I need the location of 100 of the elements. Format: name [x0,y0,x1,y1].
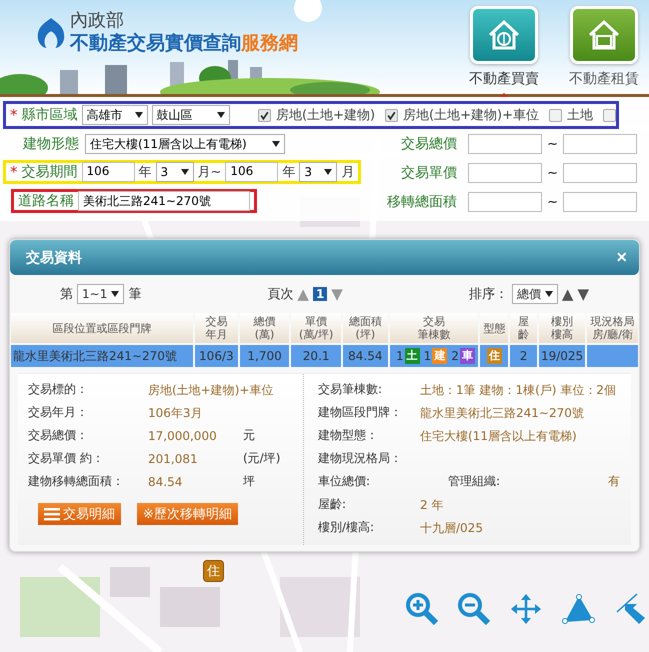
table-cell: 20.1 [291,345,341,367]
caret-icon [272,141,280,147]
field-label: 建物形態 [23,135,79,153]
zoom-out-icon[interactable] [457,592,491,626]
field-label: 縣市區域 [22,106,78,124]
range-max-field[interactable] [563,163,637,183]
menu-icon [44,507,60,521]
caret-icon [180,169,188,175]
sort-ascending-button[interactable]: ▲ [562,285,574,303]
caret-icon [111,291,120,297]
page-label: 頁次 [267,286,294,303]
column-header: 區段位置或區段門牌 [11,313,193,343]
district-select[interactable]: 鼓山區 [152,105,230,125]
year-field[interactable]: 106 [225,162,278,182]
range-select[interactable]: 1~1 [77,284,124,304]
sort-descending-button[interactable]: ▼ [577,285,589,303]
column-header: 現況格局 房/廳/衛 [587,313,638,343]
field-label: 交易總價 [401,135,458,153]
unit-label: 月 [341,164,354,181]
detail-value: 土地：1筆 建物：1棟(戶) 車位：2個 [420,382,616,398]
range-min-field[interactable] [468,163,542,183]
detail-label: 車位總價: [318,473,372,490]
column-header: 交易 筆棟數 [390,313,478,343]
column-header: 屋 齡 [510,313,537,343]
unit-label: 元 [243,427,255,444]
detail-label: 屋齡: [318,496,348,513]
column-header: 樓別 樓高 [538,313,586,343]
range-separator: ~ [547,194,558,210]
month-select[interactable]: 3 [299,162,338,182]
table-cell: 龍水里美術北三路241~270號 [11,345,193,367]
count-number: 1 [396,349,404,363]
caret-icon [324,169,332,175]
checkbox-label: 土地 [566,107,593,124]
detail-value: 106年3月 [148,404,204,420]
detail-value: 十九層/025 [420,520,483,536]
year-field[interactable]: 106 [82,162,134,182]
required-mark: * [10,163,18,181]
detail-label: 交易單價 約： [28,450,105,467]
detail-value: 龍水里美術北三路241~270號 [420,404,584,420]
page-number[interactable]: 1 [312,287,328,301]
table-cell: 2 [510,345,537,367]
category-tag: 土 [404,348,420,364]
field-label: 交易期間 [22,163,78,181]
column-header: 單價 (萬/坪) [291,313,341,343]
table-cell: 1,700 [240,345,290,367]
pager-label: 第 [60,286,73,303]
range-max-field[interactable] [563,134,637,154]
field-label: 交易單價 [401,164,458,182]
table-row[interactable]: 龍水里美術北三路241~270號 106/3 1,700 20.1 84.54 1 土 1 建 2 車 住 2 19/025 [11,345,638,367]
table-cell: 84.54 [342,345,388,367]
table-cell: 19/025 [538,345,586,367]
column-header: 總價 (萬) [240,313,290,343]
unit-label: 年 [138,164,152,181]
checkbox-label: 房地(土地+建物)+車位 [403,107,539,124]
field-label: 道路名稱 [18,192,74,210]
checkbox[interactable] [548,108,562,122]
range-max-field[interactable] [563,192,637,212]
unit-label: 月~ [198,164,222,181]
detail-label: 建物區段門牌： [318,404,403,421]
detail-value: 84.54 [148,474,184,490]
column-header: 型態 [480,313,508,343]
range-min-field[interactable] [468,134,542,154]
zoom-in-icon[interactable] [405,592,439,626]
caret-icon [134,112,142,118]
range-min-field[interactable] [468,192,542,212]
sort-select[interactable]: 總價 [512,284,558,304]
triangle-area-icon[interactable] [561,592,595,626]
move-arrows-icon[interactable] [509,592,543,626]
sort-label: 排序： [468,286,508,303]
detail-label: 交易年月： [28,404,89,421]
column-header: 總面積 (坪) [342,313,388,343]
required-mark: * [10,106,18,124]
month-select[interactable]: 3 [156,162,194,182]
detail-value: 房地(土地+建物)+車位 [148,382,274,398]
building-type-select[interactable]: 住宅大樓(11層含以上有電梯) [85,134,285,154]
unit-label: 坪 [243,473,255,490]
type-tag: 住 [486,348,502,364]
checkbox-label: 房地(土地+建物) [276,107,376,124]
table-cell: 106/3 [194,345,238,367]
detail-label: 交易總價： [28,427,89,444]
category-tag: 車 [460,348,475,364]
caret-icon [216,112,224,118]
road-name-field[interactable]: 美術北三路241~270號 [78,191,250,211]
detail-value: 有 [608,473,620,490]
checkbox[interactable] [385,108,398,122]
detail-value: 201,081 [148,450,199,466]
detail-label: 建物移轉總面積： [28,473,125,490]
checkbox[interactable] [602,108,616,122]
city-select[interactable]: 高雄市 [82,105,148,125]
count-number: 2 [451,349,459,363]
pager-label: 筆 [128,286,142,303]
unit-label: 年 [282,164,296,181]
unit-label: (元/坪) [243,450,280,467]
detail-label: 交易標的： [28,381,89,398]
detail-value: 2 年 [420,496,444,512]
checkbox[interactable] [258,108,271,122]
detail-label: 樓別/樓高: [318,519,376,536]
popup-title: 交易資料 [26,248,82,266]
caret-icon [544,291,553,297]
detail-label: 交易筆棟數: [318,381,384,398]
